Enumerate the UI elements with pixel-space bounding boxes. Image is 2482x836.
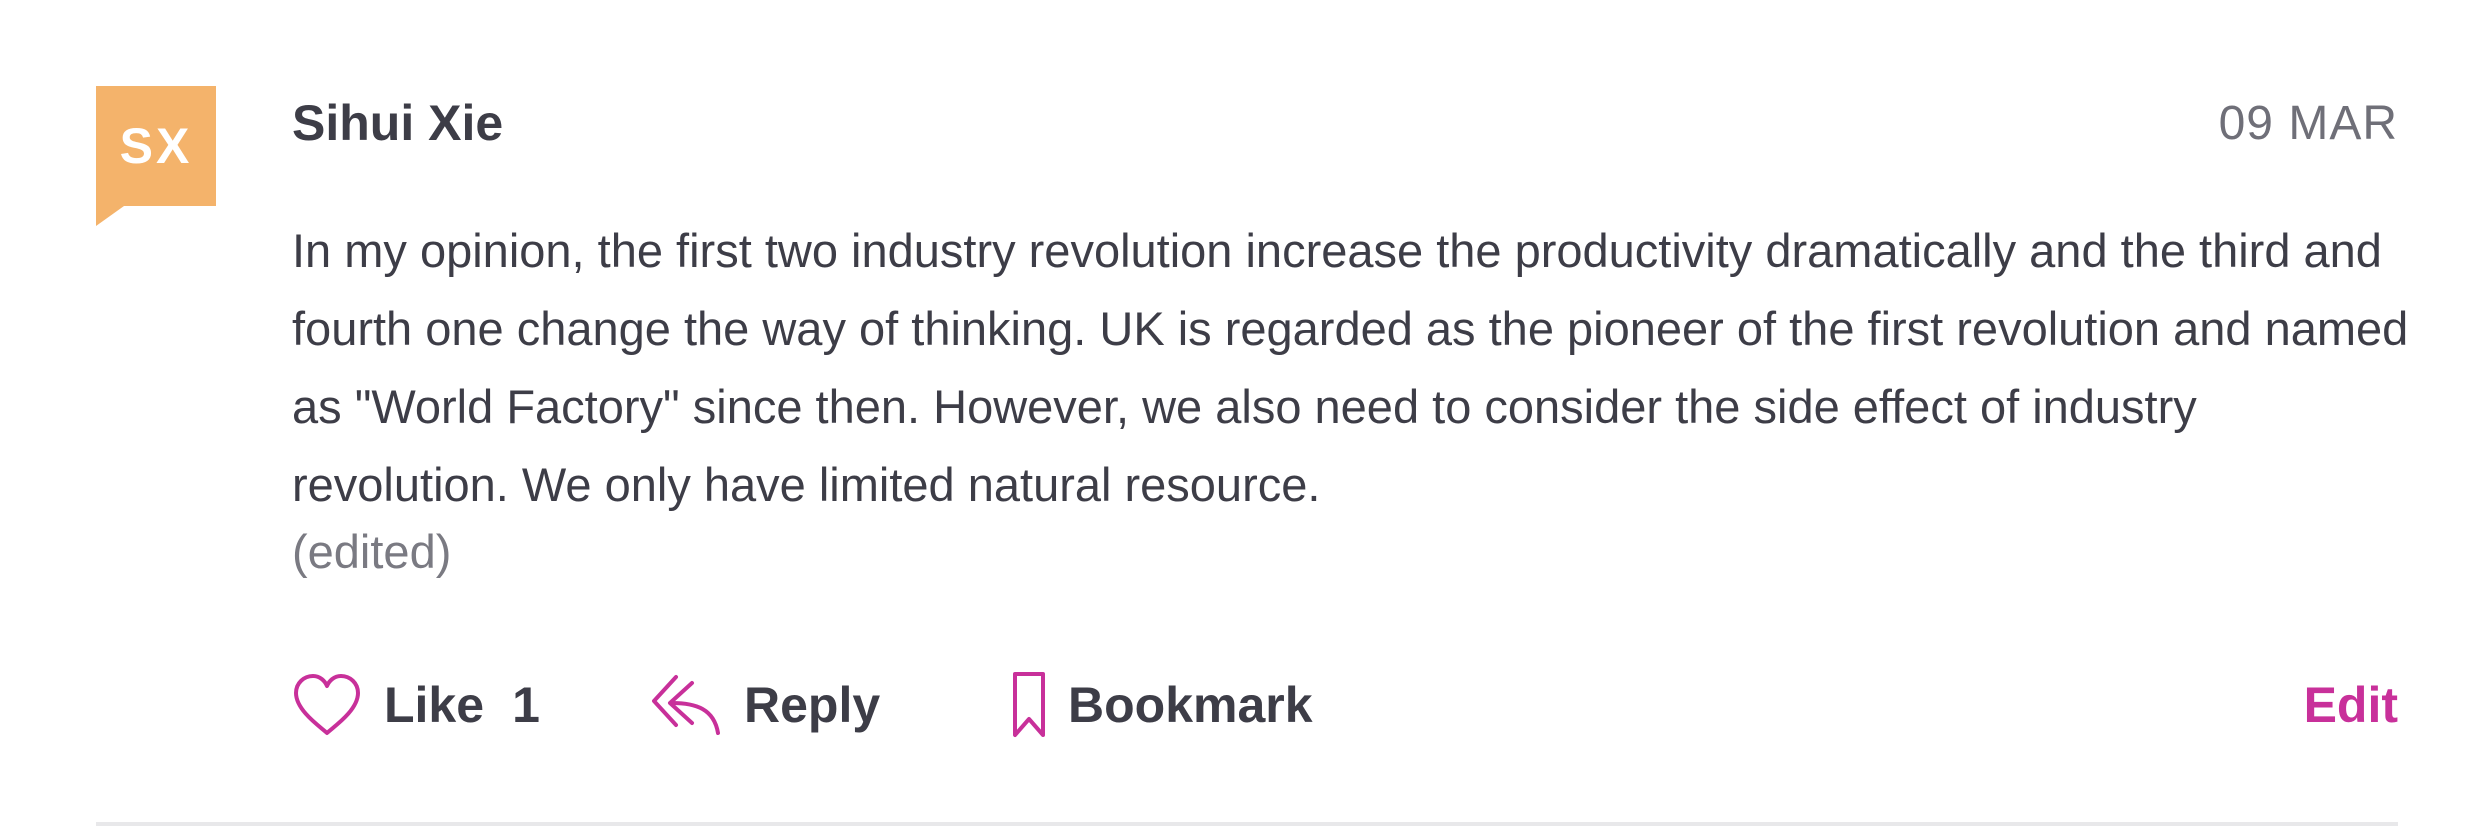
divider bbox=[96, 822, 2398, 826]
like-count: 1 bbox=[512, 677, 540, 733]
reply-arrow-icon bbox=[650, 673, 722, 737]
reply-label: Reply bbox=[744, 677, 881, 733]
bookmark-button[interactable]: Bookmark bbox=[1012, 660, 1313, 750]
avatar[interactable]: SX bbox=[96, 86, 216, 226]
comment-date: 09 MAR bbox=[2218, 97, 2398, 150]
reply-button[interactable]: Reply bbox=[650, 660, 880, 750]
heart-icon bbox=[292, 673, 362, 737]
comment-actions: Like 1 Reply Bookmark Edit bbox=[292, 660, 2398, 750]
like-label: Like bbox=[384, 677, 485, 733]
edit-link[interactable]: Edit bbox=[2304, 660, 2398, 750]
like-button[interactable]: Like 1 bbox=[292, 660, 540, 750]
avatar-initials: SX bbox=[119, 118, 193, 174]
bookmark-label: Bookmark bbox=[1068, 677, 1313, 733]
comment-card: SX Sihui Xie 09 MAR In my opinion, the f… bbox=[0, 0, 2482, 836]
comment-body: In my opinion, the first two industry re… bbox=[292, 224, 2409, 511]
bookmark-icon bbox=[1012, 671, 1046, 739]
comment-author[interactable]: Sihui Xie bbox=[292, 94, 503, 152]
edited-label: (edited) bbox=[292, 525, 452, 578]
